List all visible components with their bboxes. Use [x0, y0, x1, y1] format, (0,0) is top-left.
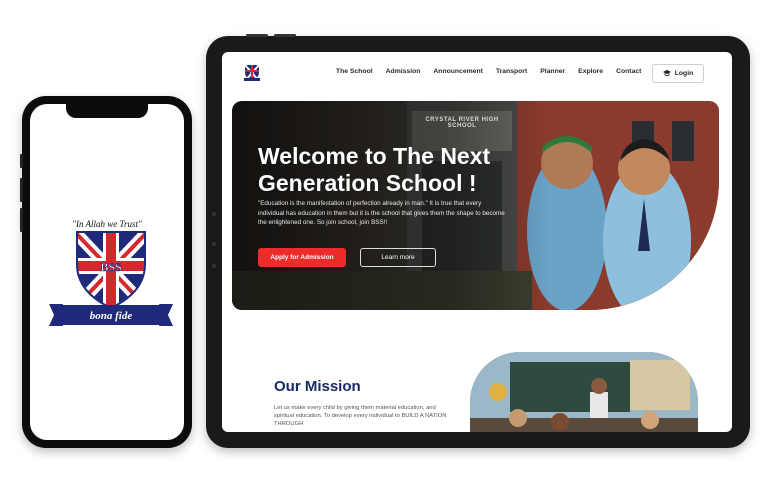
tablet-camera: [212, 212, 216, 216]
site-navbar: The School Admission Announcement Transp…: [222, 52, 732, 94]
hero-banner: CRYSTAL RIVER HIGH SCHOOL Welcome to The…: [232, 101, 719, 310]
tablet-mockup: The School Admission Announcement Transp…: [206, 34, 750, 448]
nav-admission[interactable]: Admission: [386, 68, 421, 75]
phone-mockup: "In Allah we Trust" BSS bona fide: [20, 96, 192, 448]
mission-title: Our Mission: [274, 378, 361, 395]
graduation-cap-icon: [662, 70, 671, 77]
tablet-top-button: [274, 34, 296, 37]
crest-motto: "In Allah we Trust": [72, 219, 142, 229]
hero-title: Welcome to The Next Generation School !: [258, 143, 491, 196]
login-label: Login: [674, 70, 694, 77]
phone-notch: [66, 104, 148, 118]
bona-fide-banner: bona fide: [49, 304, 173, 326]
nav-explore[interactable]: Explore: [578, 68, 603, 75]
apply-admission-button[interactable]: Apply for Admission: [258, 248, 346, 267]
hero-description: "Education is the manifestation of perfe…: [258, 200, 505, 226]
main-nav: The School Admission Announcement Transp…: [336, 68, 641, 75]
tablet-sensor: [212, 242, 216, 246]
school-crest-logo: BSS: [76, 231, 146, 310]
tablet-sensor: [212, 264, 216, 268]
classroom-photo: [470, 352, 698, 432]
phone-side-button: [20, 154, 23, 168]
login-button[interactable]: Login: [652, 64, 704, 83]
learn-more-button[interactable]: Learn more: [360, 248, 436, 267]
tablet-screen: The School Admission Announcement Transp…: [222, 52, 732, 432]
phone-volume-up: [20, 178, 23, 202]
phone-screen: "In Allah we Trust" BSS bona fide: [30, 104, 184, 440]
nav-transport[interactable]: Transport: [496, 68, 527, 75]
nav-planner[interactable]: Planner: [540, 68, 565, 75]
building-sign: CRYSTAL RIVER HIGH SCHOOL: [425, 117, 499, 129]
crest-text: BSS: [100, 260, 122, 274]
nav-contact[interactable]: Contact: [616, 68, 641, 75]
tablet-top-button: [246, 34, 268, 37]
nav-announcement[interactable]: Announcement: [433, 68, 482, 75]
school-logo[interactable]: [242, 63, 262, 83]
phone-volume-down: [20, 208, 23, 232]
mission-text: Let us make every child by giving them m…: [274, 405, 447, 427]
nav-the-school[interactable]: The School: [336, 68, 373, 75]
banner-text: bona fide: [90, 310, 133, 322]
